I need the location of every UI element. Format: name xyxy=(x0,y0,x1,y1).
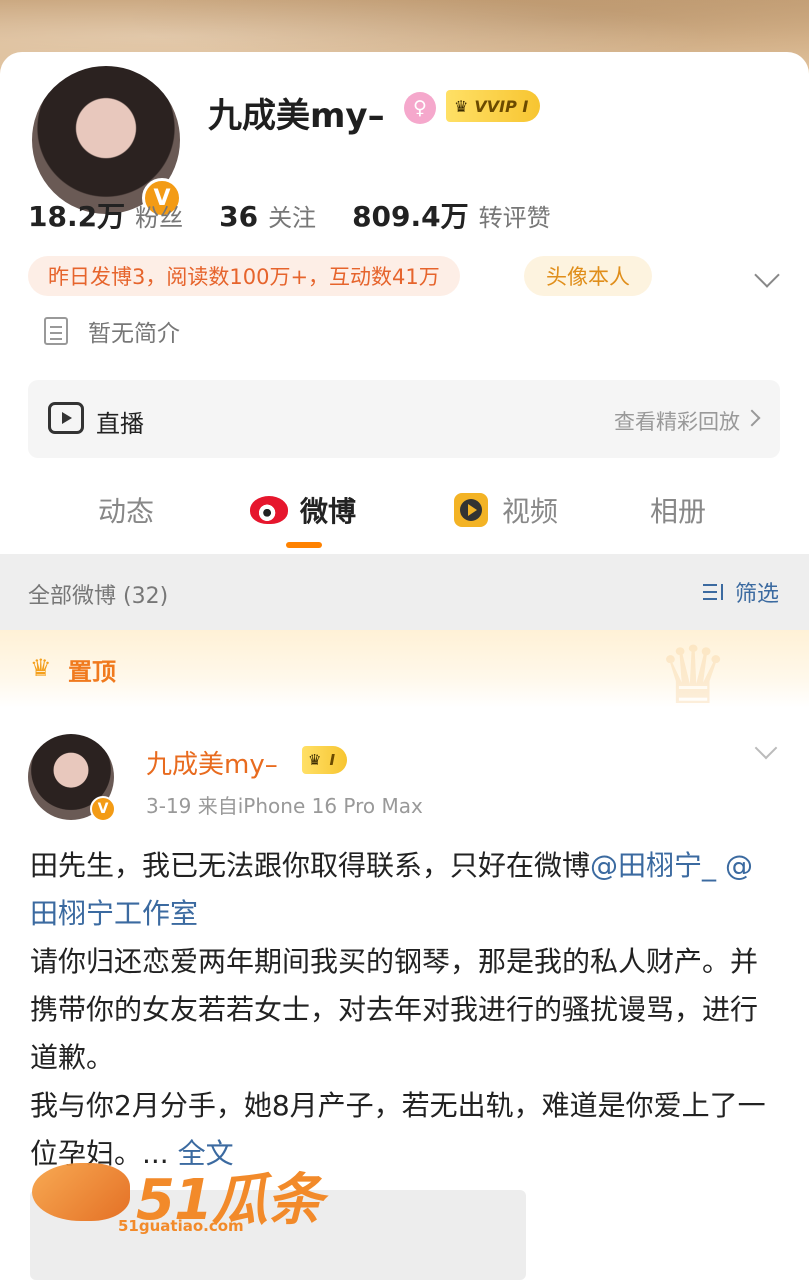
live-section[interactable]: 直播 查看精彩回放 xyxy=(28,380,780,458)
verified-icon: V xyxy=(90,796,116,822)
followers-count[interactable]: 18.2万 xyxy=(28,195,125,235)
tab-feed-label: 动态 xyxy=(98,495,155,528)
bio-row: 暂无简介 xyxy=(44,314,180,348)
tv-icon xyxy=(48,402,84,434)
female-icon: ♀ xyxy=(404,92,436,124)
following-label: 关注 xyxy=(268,204,317,232)
tab-video[interactable]: 视频 xyxy=(454,490,558,530)
profile-card: V xyxy=(0,52,809,554)
active-tab-indicator xyxy=(286,542,322,548)
filter-icon xyxy=(702,582,727,602)
watermark-logo: 51瓜条 51guatiao.com xyxy=(32,1155,323,1241)
crown-icon: ♛ xyxy=(454,96,469,116)
followers-label: 粉丝 xyxy=(135,204,184,232)
bio-text: 暂无简介 xyxy=(88,321,180,347)
mention-link[interactable]: @田栩宁_ xyxy=(590,849,716,882)
pinned-label: 置顶 xyxy=(68,658,116,686)
vvip-badge[interactable]: ♛ VVIP I xyxy=(446,90,541,122)
avatar-verified-tag[interactable]: 头像本人 xyxy=(524,256,652,296)
filter-bar: 全部微博 (32) 筛选 xyxy=(0,554,809,630)
following-count[interactable]: 36 xyxy=(219,200,258,233)
pinned-header: ♛ 置顶 ♛ xyxy=(0,630,809,716)
post-vip-badge[interactable]: ♛ I xyxy=(302,746,348,774)
post-content[interactable]: 田先生，我已无法跟你取得联系，只好在微博@田栩宁_ @田栩宁工作室 请你归还恋爱… xyxy=(30,842,780,1178)
tab-weibo[interactable]: 微博 xyxy=(250,490,356,530)
interactions-count[interactable]: 809.4万 xyxy=(352,195,469,235)
tab-weibo-label: 微博 xyxy=(300,495,357,528)
post-paragraph-1: 田先生，我已无法跟你取得联系，只好在微博@田栩宁_ @田栩宁工作室 xyxy=(30,842,780,938)
live-title: 直播 xyxy=(96,410,144,438)
profile-stats: 18.2万 粉丝 36 关注 809.4万 转评赞 xyxy=(28,195,587,235)
fish-logo-icon xyxy=(32,1163,130,1221)
vvip-label: VVIP I xyxy=(474,96,529,116)
chevron-right-icon xyxy=(743,409,761,427)
crown-icon: ♛ xyxy=(30,654,52,682)
tab-album[interactable]: 相册 xyxy=(650,490,706,530)
post-paragraph-2: 请你归还恋爱两年期间我买的钢琴，那是我的私人财产。并携带你的女友若若女士，对去年… xyxy=(30,945,759,1074)
post-author-name[interactable]: 九成美my– xyxy=(146,744,278,781)
all-posts-count: 全部微博 (32) xyxy=(28,584,169,609)
tab-video-label: 视频 xyxy=(502,495,559,528)
crown-icon: ♛ xyxy=(308,751,322,769)
interactions-label: 转评赞 xyxy=(478,204,551,232)
profile-tabs: 动态 微博 视频 相册 xyxy=(0,480,809,550)
filter-button[interactable]: 筛选 xyxy=(702,576,779,608)
document-icon xyxy=(44,317,68,345)
post-text: 田先生，我已无法跟你取得联系，只好在微博 xyxy=(30,849,591,882)
replay-link[interactable]: 查看精彩回放 xyxy=(614,406,740,436)
post-menu-chevron-icon[interactable] xyxy=(754,736,778,760)
tab-album-label: 相册 xyxy=(650,495,707,528)
decorative-crown-icon: ♛ xyxy=(657,629,729,722)
video-play-icon xyxy=(454,493,488,527)
tab-feed[interactable]: 动态 xyxy=(98,490,154,530)
weibo-logo-icon xyxy=(250,496,288,524)
post-meta: 3-19 来自iPhone 16 Pro Max xyxy=(146,794,423,818)
activity-tag[interactable]: 昨日发博3，阅读数100万+，互动数41万 xyxy=(28,256,460,296)
watermark-url: 51guatiao.com xyxy=(118,1217,244,1235)
filter-label: 筛选 xyxy=(734,582,779,607)
profile-name: 九成美my– xyxy=(208,96,385,136)
post-vip-level: I xyxy=(329,751,336,769)
